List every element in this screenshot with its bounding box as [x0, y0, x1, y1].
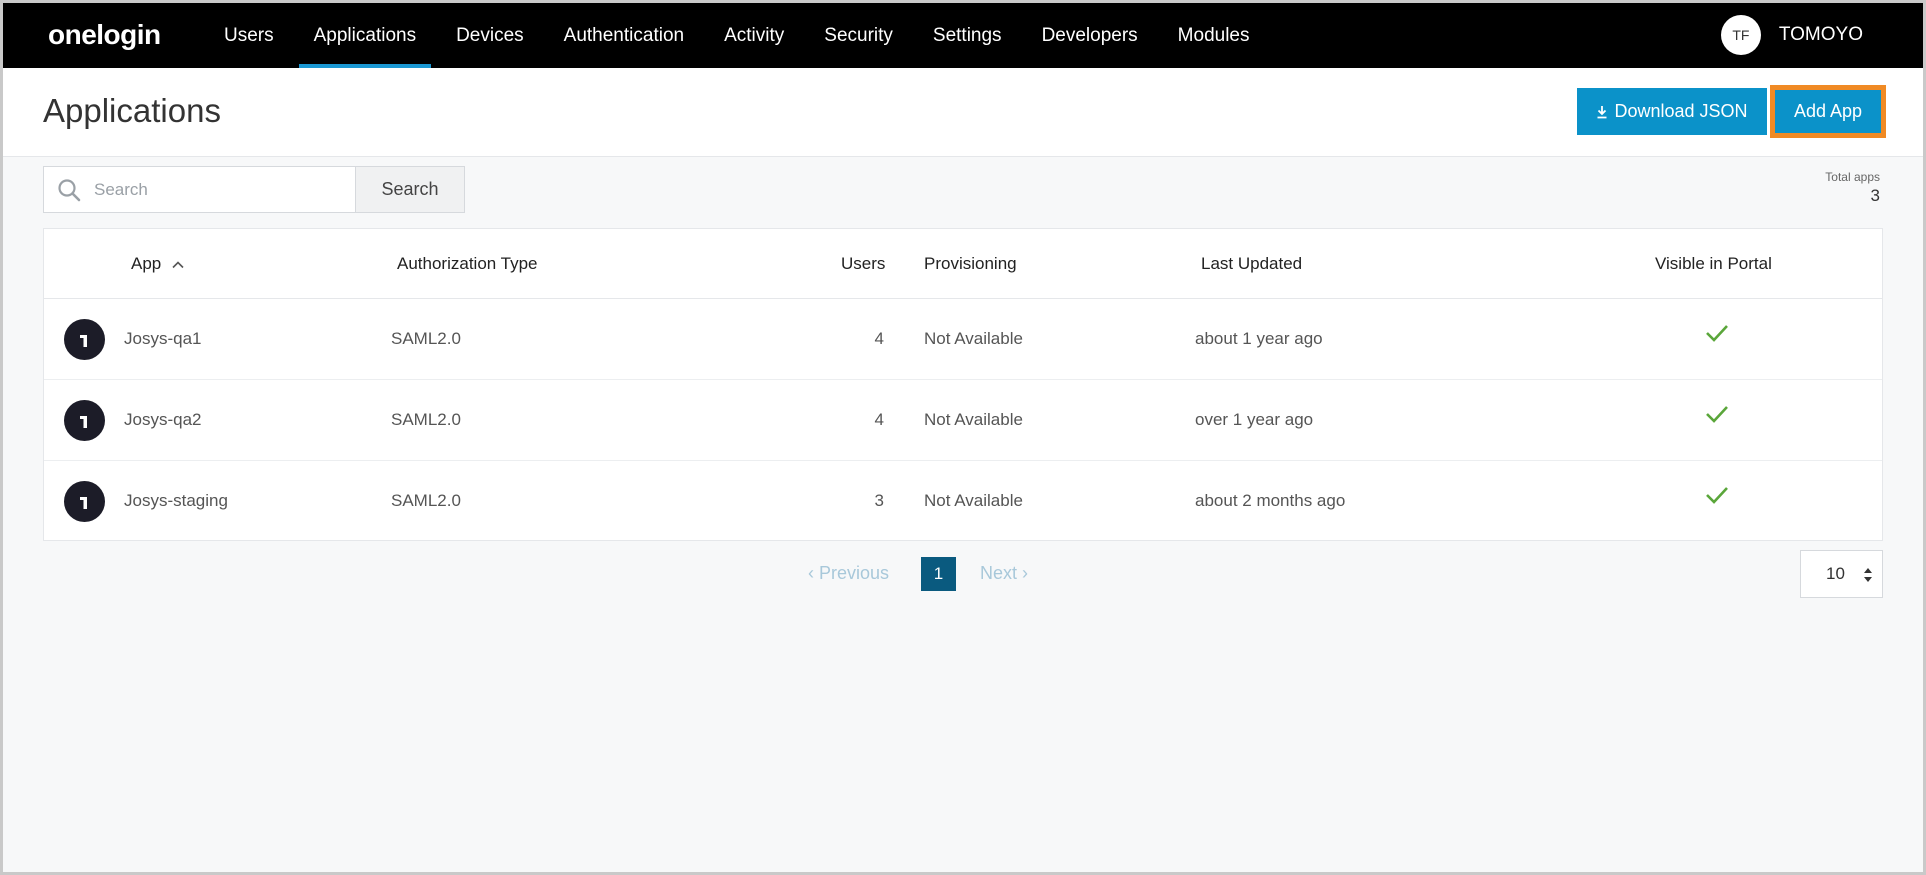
table-header: App Authorization Type Users Provisionin… — [44, 229, 1882, 299]
app-name[interactable]: Josys-staging — [124, 491, 228, 511]
add-app-button[interactable]: Add App — [1770, 85, 1886, 138]
user-menu[interactable]: TF TOMOYO — [1720, 15, 1863, 55]
previous-label: Previous — [819, 563, 890, 583]
app-name[interactable]: Josys-qa2 — [124, 410, 201, 430]
column-header-app-label: App — [131, 254, 162, 273]
download-json-label: Download JSON — [1614, 101, 1748, 121]
last-updated: about 1 year ago — [1195, 329, 1323, 348]
chevron-right-icon: › — [1022, 563, 1029, 583]
apps-table: App Authorization Type Users Provisionin… — [43, 228, 1883, 541]
table-row[interactable]: Josys-staging SAML2.0 3 Not Available ab… — [44, 461, 1882, 542]
top-nav: onelogin Users Applications Devices Auth… — [3, 3, 1923, 68]
provisioning-status: Not Available — [924, 491, 1023, 510]
add-app-label: Add App — [1775, 90, 1881, 133]
page-title: Applications — [43, 92, 221, 129]
nav-item-security[interactable]: Security — [804, 3, 913, 68]
provisioning-status: Not Available — [924, 410, 1023, 429]
onelogin-app-icon — [64, 400, 105, 441]
table-row[interactable]: Josys-qa2 SAML2.0 4 Not Available over 1… — [44, 380, 1882, 461]
search-box — [43, 166, 356, 213]
avatar[interactable]: TF — [1720, 15, 1761, 55]
visible-check-icon — [1705, 404, 1729, 429]
nav-item-devices[interactable]: Devices — [436, 3, 544, 68]
pagination: ‹ Previous 1 Next › — [0, 557, 1926, 592]
nav-items: Users Applications Devices Authenticatio… — [204, 3, 1270, 68]
column-header-last-updated[interactable]: Last Updated — [1201, 254, 1302, 274]
onelogin-app-icon — [64, 481, 105, 522]
auth-type: SAML2.0 — [391, 410, 461, 429]
nav-item-modules[interactable]: Modules — [1158, 3, 1270, 68]
previous-page-button[interactable]: ‹ Previous — [808, 563, 889, 584]
user-name[interactable]: TOMOYO — [1779, 24, 1863, 46]
select-arrows-icon — [1864, 568, 1872, 582]
search-input[interactable] — [94, 179, 334, 200]
visible-check-icon — [1705, 323, 1729, 348]
next-page-button[interactable]: Next › — [980, 563, 1028, 584]
users-count: 4 — [874, 410, 884, 429]
app-name[interactable]: Josys-qa1 — [124, 329, 201, 349]
sort-ascending-icon — [172, 260, 184, 268]
per-page-select[interactable]: 10 — [1800, 550, 1883, 598]
chevron-left-icon: ‹ — [808, 563, 814, 583]
onelogin-app-icon — [64, 319, 105, 360]
nav-item-settings[interactable]: Settings — [913, 3, 1022, 68]
per-page-value: 10 — [1826, 564, 1845, 583]
provisioning-status: Not Available — [924, 329, 1023, 348]
page-header: Applications Download JSON Add App — [3, 68, 1923, 157]
nav-item-developers[interactable]: Developers — [1022, 3, 1158, 68]
column-header-auth-type[interactable]: Authorization Type — [397, 254, 538, 274]
column-header-provisioning[interactable]: Provisioning — [924, 254, 1017, 274]
auth-type: SAML2.0 — [391, 491, 461, 510]
search-icon — [58, 178, 81, 201]
next-label: Next — [980, 563, 1018, 583]
users-count: 4 — [874, 329, 884, 348]
download-icon — [1597, 105, 1607, 118]
search-button[interactable]: Search — [355, 166, 465, 213]
total-apps-label: Total apps — [1825, 170, 1880, 184]
table-row[interactable]: Josys-qa1 SAML2.0 4 Not Available about … — [44, 299, 1882, 380]
download-json-button[interactable]: Download JSON — [1577, 88, 1767, 135]
total-apps: Total apps 3 — [1825, 170, 1880, 206]
nav-item-applications[interactable]: Applications — [294, 3, 436, 68]
last-updated: over 1 year ago — [1195, 410, 1314, 429]
total-apps-count: 3 — [1870, 186, 1880, 205]
nav-item-authentication[interactable]: Authentication — [544, 3, 704, 68]
visible-check-icon — [1705, 485, 1729, 510]
column-header-app[interactable]: App — [131, 254, 185, 274]
nav-item-activity[interactable]: Activity — [704, 3, 804, 68]
last-updated: about 2 months ago — [1195, 491, 1346, 510]
nav-item-users[interactable]: Users — [204, 3, 294, 68]
column-header-users[interactable]: Users — [841, 254, 885, 274]
auth-type: SAML2.0 — [391, 329, 461, 348]
page-number-current[interactable]: 1 — [921, 557, 956, 591]
onelogin-logo[interactable]: onelogin — [48, 19, 161, 51]
column-header-visible-in-portal[interactable]: Visible in Portal — [1655, 254, 1772, 274]
users-count: 3 — [874, 491, 884, 510]
